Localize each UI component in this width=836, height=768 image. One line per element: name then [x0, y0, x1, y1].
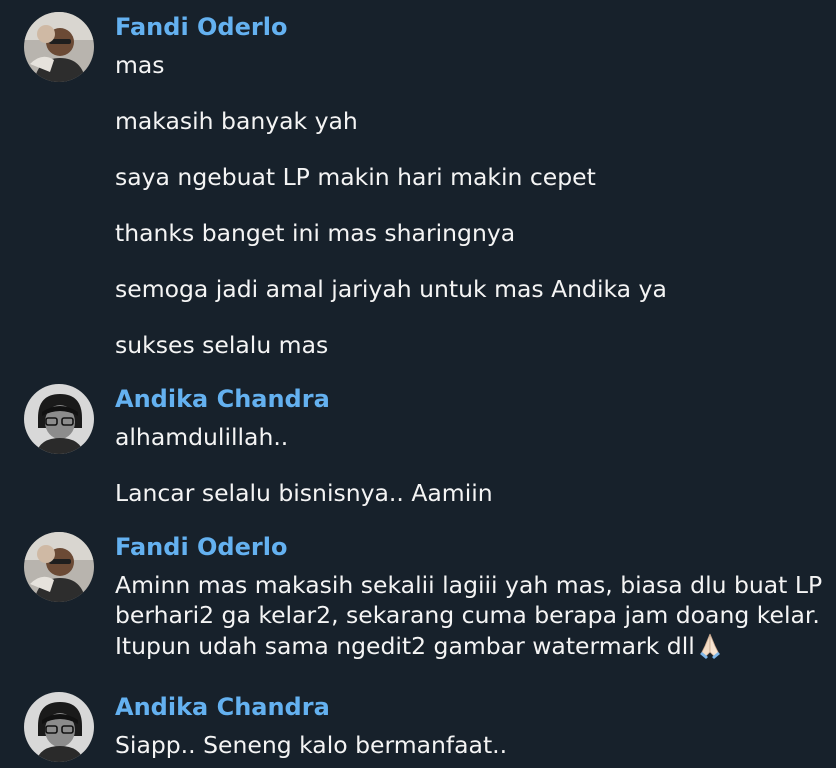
message-line: berhari2 ga kelar2, sekarang cuma berapa… — [115, 601, 820, 629]
message-text: saya ngebuat LP makin hari makin cepet — [115, 163, 596, 191]
avatar[interactable] — [24, 692, 94, 762]
avatar-photo-icon — [24, 12, 94, 82]
message-text: makasih banyak yah — [115, 107, 358, 135]
message-text: sukses selalu mas — [115, 331, 329, 359]
avatar[interactable] — [24, 12, 94, 82]
message-text: thanks banget ini mas sharingnya — [115, 219, 516, 247]
folded-hands-emoji-icon — [699, 633, 720, 659]
avatar-photo-icon — [24, 532, 94, 602]
chat-history: Fandi Oderlo mas makasih banyak yah saya… — [0, 0, 836, 768]
message-text: alhamdulillah.. — [115, 423, 289, 451]
message-text: Lancar selalu bisnisnya.. Aamiin — [115, 479, 493, 507]
sender-name[interactable]: Andika Chandra — [115, 384, 330, 414]
sender-name[interactable]: Andika Chandra — [115, 692, 330, 722]
sender-name[interactable]: Fandi Oderlo — [115, 12, 287, 42]
message-paragraph: Aminn mas makasih sekalii lagiii yah mas… — [115, 570, 835, 661]
message-text: mas — [115, 51, 165, 79]
message-text: Siapp.. Seneng kalo bermanfaat.. — [115, 731, 508, 759]
avatar[interactable] — [24, 384, 94, 454]
avatar-photo-icon — [24, 384, 94, 454]
message-line-with-emoji: Itupun udah sama ngedit2 gambar watermar… — [115, 630, 835, 661]
message-text: semoga jadi amal jariyah untuk mas Andik… — [115, 275, 667, 303]
message-line: Aminn mas makasih sekalii lagiii yah mas… — [115, 571, 823, 599]
message-line: Itupun udah sama ngedit2 gambar watermar… — [115, 632, 695, 660]
avatar-photo-icon — [24, 692, 94, 762]
sender-name[interactable]: Fandi Oderlo — [115, 532, 287, 562]
avatar[interactable] — [24, 532, 94, 602]
